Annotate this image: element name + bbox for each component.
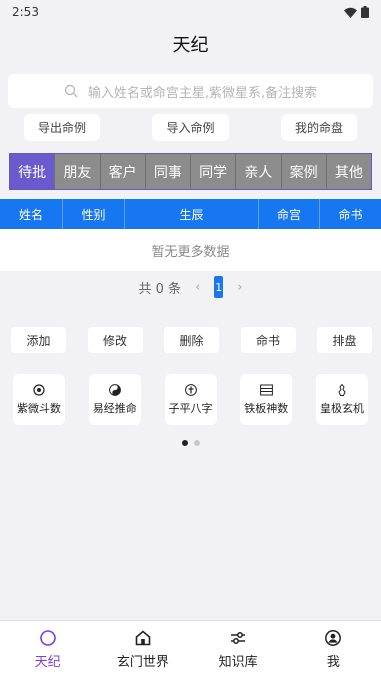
nav-me[interactable]: 我	[286, 621, 381, 678]
tool-label: 易经推命	[92, 401, 137, 415]
home-icon	[134, 629, 152, 647]
record-actions: 添加 修改 删除 命书 排盘	[11, 327, 372, 353]
column-name[interactable]: 姓名	[0, 199, 63, 229]
fate-book-button[interactable]: 命书	[240, 327, 296, 353]
export-cases-button[interactable]: 导出命例	[24, 114, 101, 141]
tool-label: 紫微斗数	[17, 401, 61, 415]
tool-tieban[interactable]: 铁板神数	[240, 374, 293, 425]
page-title: 天纪	[172, 35, 209, 56]
nav-label: 玄门世界	[116, 655, 169, 670]
yinyang-icon	[108, 383, 121, 396]
pagination: 共 0 条 ‹ 1 ›	[0, 276, 381, 298]
search-placeholder: 输入姓名或命宫主星,紫微星系,备注搜索	[87, 85, 318, 101]
search-icon	[64, 84, 78, 98]
import-cases-button[interactable]: 导入命例	[152, 114, 229, 141]
tool-label: 子平八字	[168, 401, 213, 415]
carousel-dots	[0, 440, 381, 446]
nav-label: 我	[326, 655, 340, 670]
tab-others[interactable]: 其他	[326, 154, 371, 189]
nav-label: 知识库	[218, 655, 258, 670]
my-chart-button[interactable]: 我的命盘	[280, 114, 357, 141]
carousel-dot[interactable]	[193, 440, 200, 446]
tool-huangji[interactable]: 皇极玄机	[316, 374, 368, 425]
tool-label: 皇极玄机	[320, 401, 364, 415]
circle-icon	[39, 629, 57, 647]
tool-ziping[interactable]: 子平八字	[164, 374, 217, 425]
search-container: 输入姓名或命宫主星,紫微星系,备注搜索	[0, 64, 381, 108]
chart-button[interactable]: 排盘	[317, 327, 372, 353]
tool-label: 铁板神数	[244, 401, 289, 415]
action-row: 导出命例 导入命例 我的命盘	[0, 108, 381, 141]
tool-ziwei[interactable]: 紫微斗数	[13, 374, 65, 425]
tab-colleagues[interactable]: 同事	[145, 154, 191, 189]
column-birth[interactable]: 生辰	[125, 199, 259, 229]
table-header: 姓名 性别 生辰 命宫 命书	[0, 199, 381, 229]
huangji-icon	[338, 383, 346, 396]
search-input[interactable]: 输入姓名或命宫主星,紫微星系,备注搜索	[8, 74, 373, 108]
column-palace[interactable]: 命宫	[259, 199, 320, 229]
battery-icon	[361, 6, 369, 18]
status-bar: 2:53	[0, 0, 381, 24]
table-empty-state: 暂无更多数据	[0, 229, 381, 271]
status-icons	[344, 6, 369, 18]
tab-cases[interactable]: 案例	[281, 154, 327, 189]
status-time: 2:53	[12, 5, 39, 19]
bottom-navigation: 天纪 玄门世界 知识库 我	[0, 620, 381, 678]
abacus-icon	[259, 384, 273, 395]
nav-label: 天纪	[34, 655, 61, 670]
column-book[interactable]: 命书	[320, 199, 381, 229]
app-title-bar: 天纪	[0, 24, 381, 64]
bazi-icon	[184, 383, 197, 396]
nav-xuanmen-world[interactable]: 玄门世界	[95, 621, 190, 678]
prev-page-icon[interactable]: ‹	[195, 280, 200, 295]
carousel-dot-active[interactable]	[181, 440, 188, 446]
tab-friends[interactable]: 朋友	[55, 154, 101, 189]
column-gender[interactable]: 性别	[63, 199, 125, 229]
settings-sliders-icon	[229, 629, 247, 647]
nav-knowledge[interactable]: 知识库	[191, 621, 286, 678]
delete-button[interactable]: 删除	[164, 327, 219, 353]
nav-tianji[interactable]: 天纪	[0, 621, 95, 678]
tool-grid: 紫微斗数 易经推命 子平八字 铁板神数 皇极玄机	[13, 374, 368, 425]
edit-button[interactable]: 修改	[87, 327, 143, 353]
tool-yijing[interactable]: 易经推命	[88, 374, 141, 425]
next-page-icon[interactable]: ›	[237, 280, 242, 295]
add-button[interactable]: 添加	[11, 327, 66, 353]
wifi-icon	[344, 7, 357, 18]
ziwei-icon	[33, 383, 45, 396]
tab-relatives[interactable]: 亲人	[236, 154, 282, 189]
category-tabs: 待批 朋友 客户 同事 同学 亲人 案例 其他	[9, 153, 372, 190]
current-page[interactable]: 1	[214, 276, 224, 298]
tab-classmates[interactable]: 同学	[191, 154, 237, 189]
user-icon	[324, 629, 342, 647]
tab-pending[interactable]: 待批	[10, 154, 56, 189]
total-count: 共 0 条	[138, 281, 182, 297]
tab-clients[interactable]: 客户	[100, 154, 146, 189]
